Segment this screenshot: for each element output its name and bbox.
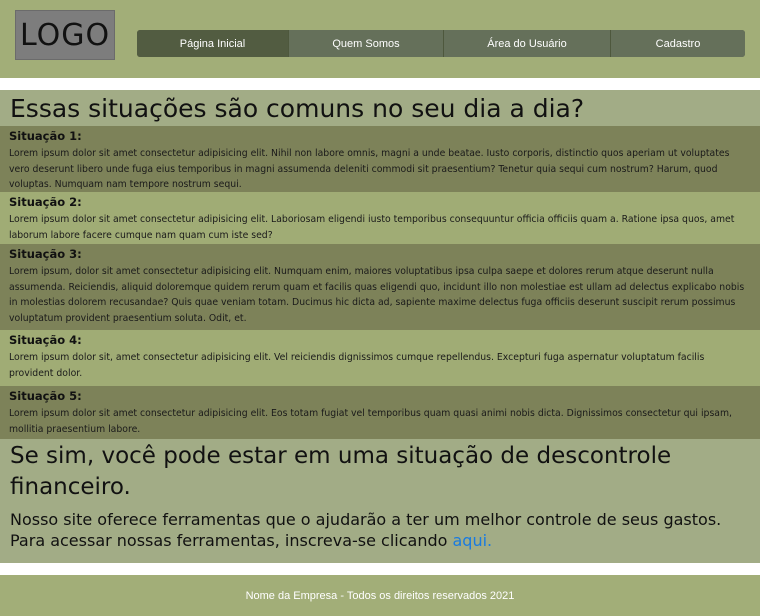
conclusion-body: Nosso site oferece ferramentas que o aju… [10, 510, 722, 550]
footer-text: Nome da Empresa - Todos os direitos rese… [245, 589, 515, 602]
situation-title: Situação 3: [9, 247, 82, 261]
conclusion-section: Se sim, você pode estar em uma situação … [0, 439, 760, 551]
situation-block: Situação 1: Lorem ipsum dolor sit amet c… [0, 126, 760, 192]
situation-block: Situação 4: Lorem ipsum dolor sit, amet … [0, 330, 760, 386]
conclusion-text: Nosso site oferece ferramentas que o aju… [10, 509, 750, 551]
conclusion-title: Se sim, você pode estar em uma situação … [10, 443, 672, 500]
situation-block: Situação 5: Lorem ipsum dolor sit amet c… [0, 386, 760, 439]
situation-text: Lorem ipsum dolor sit amet consectetur a… [9, 214, 735, 241]
situation-title: Situação 1: [9, 129, 82, 143]
situation-title: Situação 5: [9, 389, 82, 403]
situation-title: Situação 2: [9, 195, 82, 209]
situation-block: Situação 2: Lorem ipsum dolor sit amet c… [0, 192, 760, 244]
main-nav: Página Inicial Quem Somos Área do Usuári… [137, 30, 745, 57]
nav-item-cadastro[interactable]: Cadastro [611, 30, 745, 57]
situation-text: Lorem ipsum dolor sit amet consectetur a… [9, 408, 733, 435]
nav-item-quem-somos[interactable]: Quem Somos [289, 30, 444, 57]
nav-item-area-do-usuario[interactable]: Área do Usuário [444, 30, 611, 57]
main-content: Essas situações são comuns no seu dia a … [0, 90, 760, 563]
situation-text: Lorem ipsum dolor sit amet consectetur a… [9, 148, 730, 191]
situation-text: Lorem ipsum, dolor sit amet consectetur … [9, 266, 745, 324]
site-footer: Nome da Empresa - Todos os direitos rese… [0, 575, 760, 616]
situation-text: Lorem ipsum dolor sit, amet consectetur … [9, 352, 705, 379]
site-header: LOGO Página Inicial Quem Somos Área do U… [0, 0, 760, 78]
situation-title: Situação 4: [9, 333, 82, 347]
nav-item-pagina-inicial[interactable]: Página Inicial [137, 30, 289, 57]
logo[interactable]: LOGO [15, 10, 115, 60]
signup-link[interactable]: aqui. [453, 531, 493, 550]
situation-block: Situação 3: Lorem ipsum, dolor sit amet … [0, 244, 760, 330]
page-title: Essas situações são comuns no seu dia a … [10, 94, 585, 123]
